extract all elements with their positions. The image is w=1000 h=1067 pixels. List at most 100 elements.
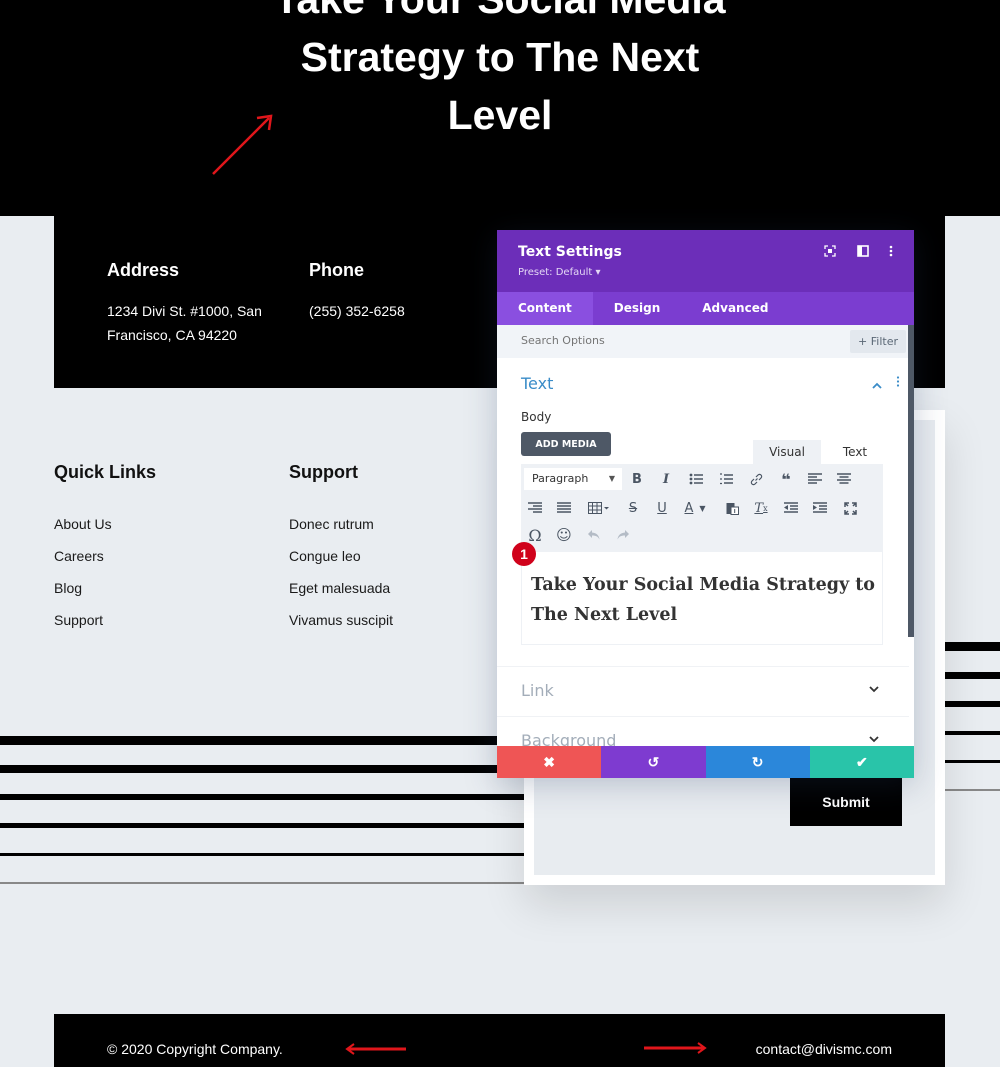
decorative-stripe (945, 731, 1000, 735)
rich-text-editor[interactable]: Take Your Social Media Strategy to The N… (521, 551, 883, 645)
redo-icon: ↻ (751, 753, 764, 770)
underline-icon[interactable]: U (651, 497, 673, 519)
expand-icon[interactable] (823, 244, 837, 258)
link-icon[interactable] (745, 468, 767, 490)
table-icon[interactable] (584, 497, 614, 519)
search-row: + Filter (497, 325, 914, 358)
indent-icon[interactable] (809, 497, 831, 519)
quick-link[interactable]: About Us (54, 515, 156, 547)
annotation-arrow-right-icon (644, 1042, 707, 1054)
filter-button[interactable]: + Filter (850, 330, 906, 353)
hero-title-line: Strategy to The Next (300, 34, 700, 80)
link-section-title: Link (521, 681, 554, 700)
tab-design[interactable]: Design (593, 292, 682, 325)
panel-tabs: Content Design Advanced (497, 292, 914, 325)
contact-email[interactable]: contact@divismc.com (756, 1041, 892, 1057)
emoji-icon[interactable]: ☺ (553, 524, 575, 546)
decorative-stripe (0, 853, 524, 856)
annotation-arrow-left-icon (345, 1043, 406, 1055)
phone-block: Phone (255) 352-6258 (309, 260, 489, 323)
format-select[interactable]: Paragraph ▼ (524, 468, 622, 490)
tab-content[interactable]: Content (497, 292, 593, 325)
check-icon: ✔ (856, 753, 868, 770)
phone-value: (255) 352-6258 (309, 303, 405, 319)
panel-scrollbar[interactable] (908, 325, 914, 637)
support-link[interactable]: Congue leo (289, 547, 393, 579)
tab-advanced[interactable]: Advanced (681, 292, 789, 325)
chevron-down-icon (869, 683, 879, 696)
undo-icon[interactable] (583, 524, 605, 546)
undo-button[interactable]: ↺ (601, 746, 706, 778)
caret-down-icon: ▼ (608, 474, 615, 483)
align-left-icon[interactable] (804, 468, 826, 490)
numbered-list-icon[interactable] (715, 468, 737, 490)
address-line: Francisco, CA 94220 (107, 327, 237, 343)
submit-button[interactable]: Submit (790, 778, 902, 826)
decorative-stripe (945, 672, 1000, 679)
hero-section: Take Your Social Media Strategy to The N… (0, 0, 1000, 216)
align-center-icon[interactable] (833, 468, 855, 490)
editor-toolbar: Paragraph ▼ B I ❝ S U A ▼ T x Ω ☺ (521, 464, 883, 551)
decorative-stripe (0, 823, 524, 828)
panel-header: Text Settings Preset: Default ▾ (497, 230, 914, 292)
address-line: 1234 Divi St. #1000, San (107, 303, 262, 319)
text-section: Text Body ADD MEDIA Visual Text Paragrap… (497, 358, 914, 668)
more-vertical-icon[interactable] (884, 244, 898, 258)
visual-mode-tab[interactable]: Visual (753, 440, 821, 464)
decorative-stripe (0, 882, 524, 884)
phone-heading: Phone (309, 260, 365, 280)
clear-formatting-icon[interactable]: Tx (750, 497, 772, 519)
decorative-stripe (0, 765, 524, 773)
text-section-title[interactable]: Text (521, 374, 553, 393)
close-icon: ✖ (543, 753, 555, 770)
text-settings-panel: Text Settings Preset: Default ▾ Content … (497, 230, 914, 778)
support-links-column: Support Donec rutrum Congue leo Eget mal… (289, 462, 393, 643)
editor-content[interactable]: Take Your Social Media Strategy to The N… (531, 570, 876, 630)
text-mode-tab[interactable]: Text (821, 440, 889, 464)
undo-icon: ↺ (647, 753, 660, 770)
redo-icon[interactable] (612, 524, 634, 546)
panel-title: Text Settings (518, 244, 622, 260)
address-block: Address 1234 Divi St. #1000, San Francis… (107, 260, 287, 347)
format-select-value: Paragraph (532, 472, 589, 485)
decorative-stripe (945, 789, 1000, 791)
fullscreen-icon[interactable] (839, 497, 861, 519)
quick-links-column: Quick Links About Us Careers Blog Suppor… (54, 462, 156, 643)
decorative-stripe (945, 642, 1000, 651)
support-link[interactable]: Donec rutrum (289, 515, 393, 547)
chevron-up-icon[interactable] (872, 378, 882, 392)
section-more-icon[interactable] (896, 376, 900, 390)
bullet-list-icon[interactable] (685, 468, 707, 490)
link-section[interactable]: Link (497, 666, 909, 716)
support-link[interactable]: Vivamus suscipit (289, 611, 393, 643)
save-button[interactable]: ✔ (809, 746, 914, 778)
paste-as-text-icon[interactable] (721, 497, 743, 519)
quick-link[interactable]: Careers (54, 547, 156, 579)
chevron-down-icon (869, 733, 879, 746)
justify-icon[interactable] (553, 497, 575, 519)
strikethrough-icon[interactable]: S (622, 497, 644, 519)
preset-dropdown[interactable]: Preset: Default ▾ (518, 267, 600, 278)
step-badge: 1 (512, 542, 536, 566)
quick-link[interactable]: Support (54, 611, 156, 643)
support-link[interactable]: Eget malesuada (289, 579, 393, 611)
hero-title-line: Level (447, 92, 553, 138)
text-color-icon[interactable]: A ▼ (679, 497, 711, 519)
bold-icon[interactable]: B (626, 468, 648, 490)
quick-links-heading: Quick Links (54, 462, 157, 482)
italic-icon[interactable]: I (655, 468, 677, 490)
redo-button[interactable]: ↻ (705, 746, 810, 778)
quick-link[interactable]: Blog (54, 579, 156, 611)
add-media-button[interactable]: ADD MEDIA (521, 432, 611, 456)
outdent-icon[interactable] (780, 497, 802, 519)
cancel-button[interactable]: ✖ (497, 746, 602, 778)
align-right-icon[interactable] (524, 497, 546, 519)
address-heading: Address (107, 260, 180, 280)
decorative-stripe (945, 701, 1000, 707)
split-view-icon[interactable] (856, 244, 870, 258)
blockquote-icon[interactable]: ❝ (775, 468, 797, 490)
body-label: Body (521, 410, 552, 424)
hero-title-line: Take Your Social Media (200, 0, 800, 28)
decorative-stripe (945, 760, 1000, 763)
search-options-input[interactable] (521, 334, 771, 347)
